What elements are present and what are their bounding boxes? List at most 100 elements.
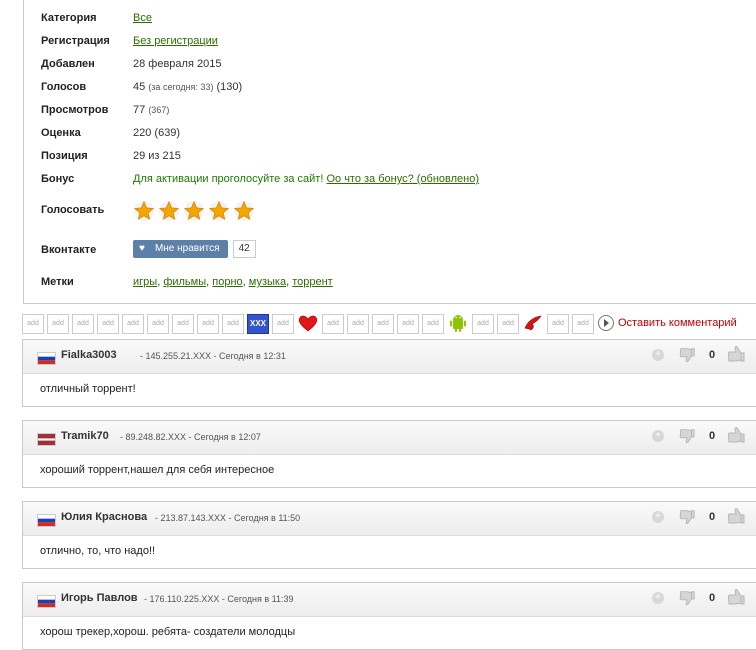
- comment-author[interactable]: Игорь Павлов: [61, 592, 138, 604]
- share-add-button[interactable]: add: [147, 314, 169, 334]
- vote-stars: [133, 200, 258, 222]
- comment-author[interactable]: Fialka3003: [61, 349, 117, 361]
- share-add-button[interactable]: add: [497, 314, 519, 334]
- share-add-button[interactable]: add: [422, 314, 444, 334]
- share-add-button[interactable]: add: [347, 314, 369, 334]
- share-add-button[interactable]: add: [472, 314, 494, 334]
- share-add-button[interactable]: add: [97, 314, 119, 334]
- registration-label: Регистрация: [41, 35, 110, 47]
- vk-label: Вконтакте: [41, 244, 97, 256]
- star-icon[interactable]: [208, 200, 230, 222]
- views-label: Просмотров: [41, 104, 109, 116]
- russia-flag-icon: [37, 514, 56, 527]
- share-add-button[interactable]: add: [72, 314, 94, 334]
- thumbs-up-icon[interactable]: [726, 425, 746, 445]
- heart-icon: ♥: [139, 243, 145, 254]
- plus-icon[interactable]: +: [652, 430, 664, 442]
- votes-value: 45 (за сегодня: 33) (130): [133, 81, 243, 93]
- comment-meta: - 213.87.143.XXX - Сегодня в 11:50: [155, 513, 301, 523]
- tag-link[interactable]: музыка: [249, 276, 286, 288]
- star-icon[interactable]: [133, 200, 155, 222]
- share-add-button[interactable]: add: [47, 314, 69, 334]
- tag-link[interactable]: порно: [212, 276, 242, 288]
- comment-text: хороший торрент,нашел для себя интересно…: [40, 464, 275, 476]
- comment-score: 0: [709, 511, 716, 523]
- star-icon[interactable]: [233, 200, 255, 222]
- bonus-label: Бонус: [41, 173, 75, 185]
- bonus-info-link[interactable]: Оо что за бонус? (обновлено): [326, 173, 479, 185]
- share-add-button[interactable]: add: [372, 314, 394, 334]
- comment-text: отлично, то, что надо!!: [40, 545, 156, 557]
- share-add-button[interactable]: add: [322, 314, 344, 334]
- share-add-button[interactable]: add: [172, 314, 194, 334]
- plus-icon[interactable]: +: [652, 592, 664, 604]
- play-icon: [598, 315, 614, 332]
- thumbs-up-icon[interactable]: [726, 587, 746, 607]
- comment-meta: - 145.255.21.XXX - Сегодня в 12:31: [140, 351, 286, 361]
- torrent-info-panel: Категория Все Регистрация Без регистраци…: [23, 0, 756, 304]
- share-bar: add add add add add add add add add XXX …: [22, 312, 756, 334]
- comment: Tramik70 - 89.248.82.XXX - Сегодня в 12:…: [22, 420, 756, 488]
- tag-link[interactable]: игры: [133, 276, 157, 288]
- bonus-text: Для активации проголосуйте за сайт!: [133, 173, 324, 185]
- comment-score: 0: [709, 592, 716, 604]
- share-add-button[interactable]: add: [397, 314, 419, 334]
- bookmark-ribbon-icon[interactable]: [522, 313, 544, 333]
- plus-icon[interactable]: +: [652, 349, 664, 361]
- comment-header: Fialka3003 - 145.255.21.XXX - Сегодня в …: [23, 340, 756, 374]
- plus-icon[interactable]: +: [652, 511, 664, 523]
- views-value: 77 (367): [133, 104, 170, 116]
- vk-like-button[interactable]: ♥ Мне нравится: [133, 240, 228, 258]
- comment-score: 0: [709, 349, 716, 361]
- thumbs-down-icon[interactable]: [678, 427, 696, 445]
- comment-author[interactable]: Tramik70: [61, 430, 109, 442]
- share-add-button[interactable]: add: [547, 314, 569, 334]
- position-label: Позиция: [41, 150, 88, 162]
- tags-list: игры, фильмы, порно, музыка, торрент: [133, 276, 333, 288]
- comment-header: Юлия Краснова - 213.87.143.XXX - Сегодня…: [23, 502, 756, 536]
- comment: Юлия Краснова - 213.87.143.XXX - Сегодня…: [22, 501, 756, 569]
- registration-link[interactable]: Без регистрации: [133, 35, 218, 47]
- thumbs-down-icon[interactable]: [678, 346, 696, 364]
- added-value: 28 февраля 2015: [133, 58, 222, 70]
- star-icon[interactable]: [183, 200, 205, 222]
- russia-flag-icon: [37, 352, 56, 365]
- share-add-button[interactable]: add: [272, 314, 294, 334]
- share-add-button[interactable]: add: [197, 314, 219, 334]
- share-xxx-button[interactable]: XXX: [247, 314, 269, 334]
- tags-label: Метки: [41, 276, 74, 288]
- share-add-button[interactable]: add: [122, 314, 144, 334]
- category-link[interactable]: Все: [133, 12, 152, 24]
- comment-meta: - 176.110.225.XXX - Сегодня в 11:39: [144, 594, 294, 604]
- leave-comment-link[interactable]: Оставить комментарий: [598, 314, 737, 332]
- category-label: Категория: [41, 12, 97, 24]
- share-add-button[interactable]: add: [572, 314, 594, 334]
- tag-link[interactable]: фильмы: [163, 276, 206, 288]
- vote-label: Голосовать: [41, 204, 105, 216]
- comment: Fialka3003 - 145.255.21.XXX - Сегодня в …: [22, 339, 756, 407]
- comment-author[interactable]: Юлия Краснова: [61, 511, 147, 523]
- latvia-flag-icon: [37, 433, 56, 446]
- thumbs-up-icon[interactable]: [726, 506, 746, 526]
- comment-header: Tramik70 - 89.248.82.XXX - Сегодня в 12:…: [23, 421, 756, 455]
- comment-meta: - 89.248.82.XXX - Сегодня в 12:07: [120, 432, 261, 442]
- russia-flag-icon: [37, 595, 56, 608]
- android-icon[interactable]: [447, 313, 469, 333]
- star-icon[interactable]: [158, 200, 180, 222]
- heart-icon[interactable]: [297, 313, 319, 333]
- rating-label: Оценка: [41, 127, 81, 139]
- thumbs-down-icon[interactable]: [678, 508, 696, 526]
- rating-value: 220 (639): [133, 127, 181, 139]
- share-add-button[interactable]: add: [222, 314, 244, 334]
- comment: Игорь Павлов - 176.110.225.XXX - Сегодня…: [22, 582, 756, 650]
- added-label: Добавлен: [41, 58, 95, 70]
- votes-label: Голосов: [41, 81, 87, 93]
- vk-like-count: 42: [232, 240, 256, 258]
- comment-text: хорош трекер,хорош. ребята- создатели мо…: [40, 626, 296, 638]
- thumbs-down-icon[interactable]: [678, 589, 696, 607]
- tag-link[interactable]: торрент: [292, 276, 333, 288]
- thumbs-up-icon[interactable]: [726, 344, 746, 364]
- share-add-button[interactable]: add: [22, 314, 44, 334]
- position-value: 29 из 215: [133, 150, 181, 162]
- comment-text: отличный торрент!: [40, 383, 136, 395]
